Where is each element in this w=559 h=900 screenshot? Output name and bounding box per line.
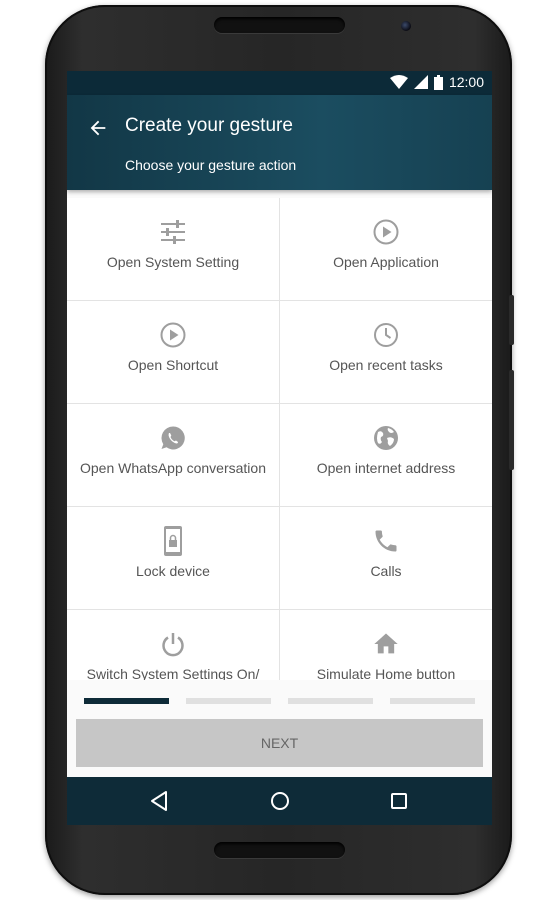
- progress-step: [84, 698, 169, 704]
- action-open-application[interactable]: Open Application: [280, 198, 492, 300]
- back-arrow-icon[interactable]: [87, 117, 109, 139]
- grid-divider: [67, 300, 492, 301]
- action-open-recent-tasks[interactable]: Open recent tasks: [280, 301, 492, 403]
- battery-icon: [433, 74, 443, 90]
- page-subtitle: Choose your gesture action: [125, 157, 297, 173]
- whatsapp-icon: [159, 424, 187, 452]
- action-open-system-setting[interactable]: Open System Setting: [67, 198, 279, 300]
- progress-step: [288, 698, 373, 704]
- clock-icon: [372, 321, 400, 349]
- action-grid: Open System Setting Open Application Ope…: [67, 198, 492, 680]
- action-label: Calls: [370, 563, 402, 579]
- globe-icon: [372, 424, 400, 452]
- action-lock-device[interactable]: Lock device: [67, 507, 279, 609]
- settings-sliders-icon: [159, 218, 187, 246]
- recents-square-icon[interactable]: [387, 789, 411, 813]
- action-open-internet-address[interactable]: Open internet address: [280, 404, 492, 506]
- action-calls[interactable]: Calls: [280, 507, 492, 609]
- grid-divider-vertical: [279, 198, 280, 680]
- progress-step: [186, 698, 271, 704]
- action-label: Open Application: [333, 254, 439, 270]
- volume-side-button: [509, 370, 514, 470]
- next-button[interactable]: NEXT: [76, 719, 483, 767]
- status-bar: 12:00: [67, 71, 492, 95]
- home-circle-icon[interactable]: [268, 789, 292, 813]
- screen: 12:00 Create your gesture Choose your ge…: [67, 71, 492, 825]
- navigation-bar: [67, 777, 492, 825]
- signal-icon: [413, 75, 428, 89]
- action-open-shortcut[interactable]: Open Shortcut: [67, 301, 279, 403]
- progress-step: [390, 698, 475, 704]
- action-switch-system-settings[interactable]: Switch System Settings On/ Off: [67, 610, 279, 680]
- grid-divider: [67, 506, 492, 507]
- action-label: Open WhatsApp conversation: [80, 460, 266, 476]
- bottom-speaker: [214, 842, 345, 858]
- action-label: Switch System Settings On/ Off: [86, 666, 260, 680]
- power-icon: [159, 630, 187, 658]
- action-label: Open internet address: [316, 460, 456, 476]
- action-label: Lock device: [136, 563, 210, 579]
- play-circle-icon: [372, 218, 400, 246]
- power-side-button: [509, 295, 514, 345]
- action-label: Open System Setting: [106, 254, 240, 270]
- home-icon: [372, 630, 400, 658]
- grid-divider: [67, 403, 492, 404]
- app-bar: Create your gesture Choose your gesture …: [67, 95, 492, 190]
- page-title: Create your gesture: [125, 115, 293, 136]
- phone-icon: [372, 527, 400, 555]
- grid-divider: [67, 609, 492, 610]
- wifi-icon: [389, 75, 408, 89]
- front-camera: [401, 21, 411, 31]
- back-triangle-icon[interactable]: [148, 789, 172, 813]
- earpiece-speaker: [214, 17, 345, 33]
- action-open-whatsapp-conversation[interactable]: Open WhatsApp conversation: [67, 404, 279, 506]
- phone-lock-icon: [159, 526, 187, 556]
- play-circle-icon: [159, 321, 187, 349]
- action-label: Open recent tasks: [329, 357, 443, 373]
- status-time: 12:00: [448, 74, 484, 90]
- action-label: Open Shortcut: [127, 357, 219, 373]
- action-label: Simulate Home button: [316, 666, 456, 680]
- action-simulate-home-button[interactable]: Simulate Home button: [280, 610, 492, 680]
